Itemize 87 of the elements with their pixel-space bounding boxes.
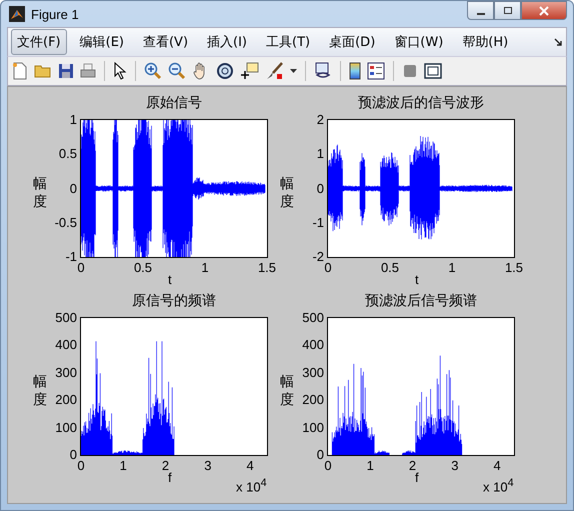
x-axis-label: f [168, 471, 172, 484]
x-axis-label: t [168, 273, 172, 286]
x-tick-label: 1 [447, 260, 457, 275]
menu-item[interactable]: 帮助(H) [456, 29, 514, 55]
minimize-icon [476, 12, 484, 14]
x-tick-label: 1 [366, 458, 375, 473]
menu-item[interactable]: 桌面(D) [323, 29, 382, 55]
y-tick-label: 200 [302, 392, 324, 408]
link-icon[interactable] [314, 62, 332, 80]
y-tick-label: 100 [55, 420, 77, 436]
y-tick-label: -1 [65, 249, 77, 265]
frame-icon[interactable] [424, 63, 442, 79]
y-axis-label: 幅度 [33, 373, 47, 409]
x-axis-label: f [415, 471, 419, 484]
y-tick-label: 0 [316, 447, 324, 463]
y-axis-label: 幅度 [33, 175, 47, 211]
x-tick-label: 0 [324, 458, 333, 473]
menu-item[interactable]: 文件(F) [11, 29, 67, 55]
x-tick-label: 4 [245, 458, 255, 473]
axis-exponent: x 10$^{4}$ [483, 477, 514, 494]
x-tick-label: 0 [76, 458, 86, 473]
y-tick-label: 1 [70, 112, 77, 128]
x-tick-label: 1 [200, 260, 210, 275]
maximize-icon [502, 6, 512, 16]
plot-title: 原始信号 [145, 94, 203, 112]
y-tick-label: 500 [302, 310, 324, 326]
y-tick-label: -2 [312, 249, 324, 265]
colorbar-icon[interactable] [349, 62, 361, 80]
y-tick-label: -0.5 [54, 214, 77, 231]
caret-icon[interactable] [290, 68, 297, 74]
y-tick-label: 2 [316, 112, 324, 128]
plot-title: 预滤波后的信号波形 [357, 94, 485, 112]
y-tick-label: 0 [316, 180, 324, 196]
close-button[interactable] [521, 1, 567, 20]
maximize-button[interactable] [494, 1, 521, 20]
pointer-icon[interactable] [113, 62, 127, 80]
square-icon[interactable] [402, 63, 418, 79]
plot-title: 预滤波后信号频谱 [364, 292, 478, 310]
zoom-in-icon[interactable] [144, 62, 162, 80]
x-tick-label: 4 [492, 458, 502, 473]
y-tick-label: 300 [55, 364, 77, 381]
rotate-icon[interactable] [216, 62, 234, 80]
legend-icon[interactable] [367, 62, 385, 80]
save-icon[interactable] [58, 63, 74, 79]
x-tick-label: 1.5 [256, 260, 278, 275]
app-icon [9, 6, 25, 22]
menu-item[interactable]: 查看(V) [136, 29, 194, 55]
y-tick-label: 300 [302, 364, 324, 381]
x-tick-label: 1 [118, 458, 128, 473]
menu-item[interactable]: 插入(I) [201, 29, 254, 55]
x-axis-label: t [415, 273, 419, 286]
y-axis-label: 幅度 [280, 175, 294, 211]
x-tick-label: 3 [203, 458, 212, 473]
x-tick-label: 0 [76, 260, 86, 275]
window-title: Figure 1 [31, 6, 79, 22]
y-tick-label: 0.5 [58, 146, 77, 162]
x-tick-label: 2 [408, 458, 416, 473]
menu-item[interactable]: 工具(T) [260, 29, 316, 55]
y-tick-label: 0 [70, 447, 77, 463]
plot-title: 原信号的频谱 [131, 292, 217, 310]
y-tick-label: 400 [302, 337, 324, 354]
y-tick-label: 200 [55, 392, 77, 408]
x-tick-label: 3 [450, 458, 460, 473]
x-tick-label: 0.5 [380, 260, 400, 275]
y-tick-label: 1 [316, 146, 324, 162]
minimize-button[interactable] [467, 1, 494, 20]
close-icon [538, 6, 550, 16]
data-cursor-icon[interactable] [240, 62, 260, 80]
y-tick-label: 0 [70, 180, 77, 196]
y-tick-label: 500 [55, 310, 77, 326]
y-tick-label: -1 [312, 214, 324, 231]
y-tick-label: 400 [55, 337, 77, 354]
y-axis-label: 幅度 [280, 373, 294, 409]
y-tick-label: 100 [302, 420, 324, 436]
print-icon[interactable] [80, 63, 96, 79]
menu-item[interactable]: 编辑(E) [74, 29, 130, 55]
arrow-icon[interactable] [554, 38, 563, 46]
x-tick-label: 0.5 [132, 260, 154, 275]
zoom-out-icon[interactable] [168, 62, 186, 80]
axis-exponent: x 10$^{4}$ [236, 477, 267, 494]
x-tick-label: 0 [324, 260, 333, 275]
open-folder-icon[interactable] [34, 63, 52, 79]
x-tick-label: 1.5 [504, 260, 524, 275]
x-tick-label: 2 [160, 458, 170, 473]
menu-item[interactable]: 窗口(W) [388, 29, 450, 55]
brush-icon[interactable] [266, 62, 284, 80]
new-file-icon[interactable] [12, 62, 28, 80]
